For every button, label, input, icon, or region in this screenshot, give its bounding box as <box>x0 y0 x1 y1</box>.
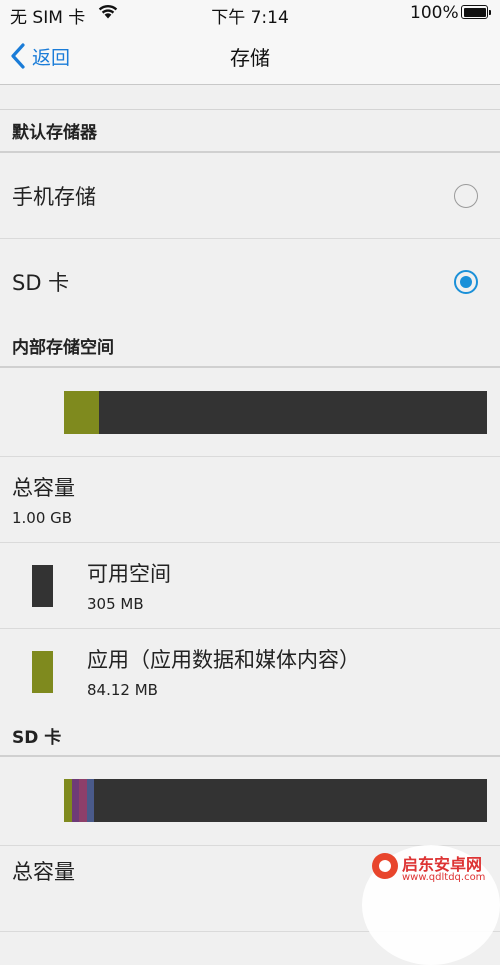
battery-cap <box>489 10 491 15</box>
option-label: SD 卡 <box>12 271 70 295</box>
total-capacity-label: 总容量 <box>12 860 75 884</box>
section-header-sd-card: SD 卡 <box>0 715 500 757</box>
site-watermark: 启东安卓网 www.qdltdq.com <box>362 845 500 965</box>
usage-segment <box>86 779 95 822</box>
top-spacer <box>0 85 500 110</box>
total-capacity-value: 1.00 GB <box>12 509 73 527</box>
section-header-default-storage: 默认存储器 <box>0 110 500 153</box>
option-sd-card[interactable]: SD 卡 <box>0 239 500 325</box>
battery-percent: 100% <box>410 3 459 23</box>
sd-usage-bar-row <box>0 757 500 846</box>
total-capacity-label: 总容量 <box>12 476 75 500</box>
usage-segment <box>64 779 72 822</box>
status-bar: 无 SIM 卡 下午 7:14 100% <box>0 0 500 28</box>
legend-label: 可用空间 <box>87 562 171 586</box>
color-swatch <box>32 651 53 693</box>
navigation-bar: 返回 存储 <box>0 26 500 85</box>
legend-value: 305 MB <box>87 595 144 613</box>
internal-total-row: 总容量 1.00 GB <box>0 457 500 543</box>
legend-apps[interactable]: 应用（应用数据和媒体内容） 84.12 MB <box>0 629 500 715</box>
usage-segment <box>64 391 100 434</box>
color-swatch <box>32 565 53 607</box>
legend-available-space[interactable]: 可用空间 305 MB <box>0 543 500 629</box>
battery-icon <box>461 5 488 19</box>
watermark-logo-icon <box>372 853 398 879</box>
option-label: 手机存储 <box>12 184 96 209</box>
section-header-internal-storage: 内部存储空间 <box>0 325 500 368</box>
usage-segment <box>71 779 80 822</box>
internal-usage-bar-row <box>0 368 500 457</box>
watermark-url: www.qdltdq.com <box>402 872 486 883</box>
legend-value: 84.12 MB <box>87 681 158 699</box>
radio-button[interactable] <box>454 270 478 294</box>
sd-usage-bar <box>64 779 487 822</box>
option-phone-storage[interactable]: 手机存储 <box>0 153 500 239</box>
legend-label: 应用（应用数据和媒体内容） <box>87 648 360 672</box>
page-title: 存储 <box>230 46 270 70</box>
radio-button[interactable] <box>454 184 478 208</box>
settings-content: 默认存储器 手机存储 SD 卡 内部存储空间 总容量 1.00 GB 可用空间 … <box>0 85 500 932</box>
internal-usage-bar <box>64 391 487 434</box>
usage-segment <box>79 779 87 822</box>
